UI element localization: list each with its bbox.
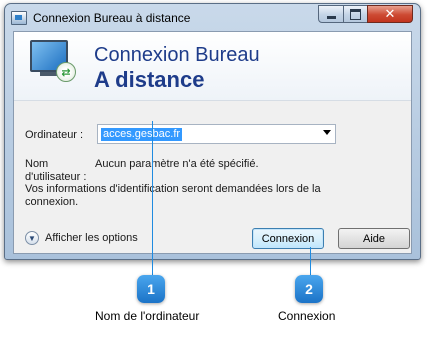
- minimize-button[interactable]: [318, 5, 344, 23]
- show-options-toggle[interactable]: ▼ Afficher les options: [25, 231, 138, 245]
- callout-marker-1: 1: [137, 275, 165, 303]
- callout-caption-1: Nom de l'ordinateur: [95, 309, 200, 323]
- header-banner: ⇄ Connexion Bureau A distance: [14, 32, 411, 101]
- show-options-label[interactable]: Afficher les options: [45, 232, 138, 244]
- dialog-client-area: ⇄ Connexion Bureau A distance Ordinateur…: [13, 31, 412, 254]
- banner-title-line2: A distance: [94, 67, 205, 92]
- computer-combobox[interactable]: acces.gesbac.fr: [97, 124, 336, 144]
- username-value: Aucun paramètre n'a été spécifié.: [95, 158, 259, 170]
- callout-caption-2: Connexion: [278, 309, 336, 323]
- username-label-line1: Nom: [25, 158, 49, 170]
- help-button[interactable]: Aide: [338, 228, 410, 249]
- connect-button[interactable]: Connexion: [252, 228, 324, 249]
- connection-arrows-icon: ⇄: [56, 62, 76, 82]
- expand-options-icon[interactable]: ▼: [25, 231, 39, 245]
- close-icon: ✕: [384, 6, 396, 21]
- minimize-icon: [326, 15, 336, 19]
- maximize-button[interactable]: [343, 5, 368, 23]
- remote-desktop-window: Connexion Bureau à distance ✕ ⇄ Connexio…: [4, 3, 421, 260]
- username-label-line2: d'utilisateur :: [25, 171, 87, 183]
- callout-line-2: [310, 247, 311, 277]
- banner-title-line1: Connexion Bureau: [94, 44, 260, 66]
- callout-line-1: [152, 121, 153, 277]
- window-title: Connexion Bureau à distance: [33, 11, 191, 25]
- callout-marker-2: 2: [295, 275, 323, 303]
- title-bar[interactable]: Connexion Bureau à distance ✕: [5, 4, 420, 31]
- credentials-info-text: Vos informations d'identification seront…: [25, 183, 321, 208]
- computer-value[interactable]: acces.gesbac.fr: [101, 128, 183, 141]
- maximize-icon: [350, 8, 361, 20]
- app-icon: [11, 11, 27, 25]
- chevron-down-icon[interactable]: [323, 130, 331, 135]
- close-button[interactable]: ✕: [367, 5, 413, 23]
- computer-label: Ordinateur :: [25, 129, 84, 141]
